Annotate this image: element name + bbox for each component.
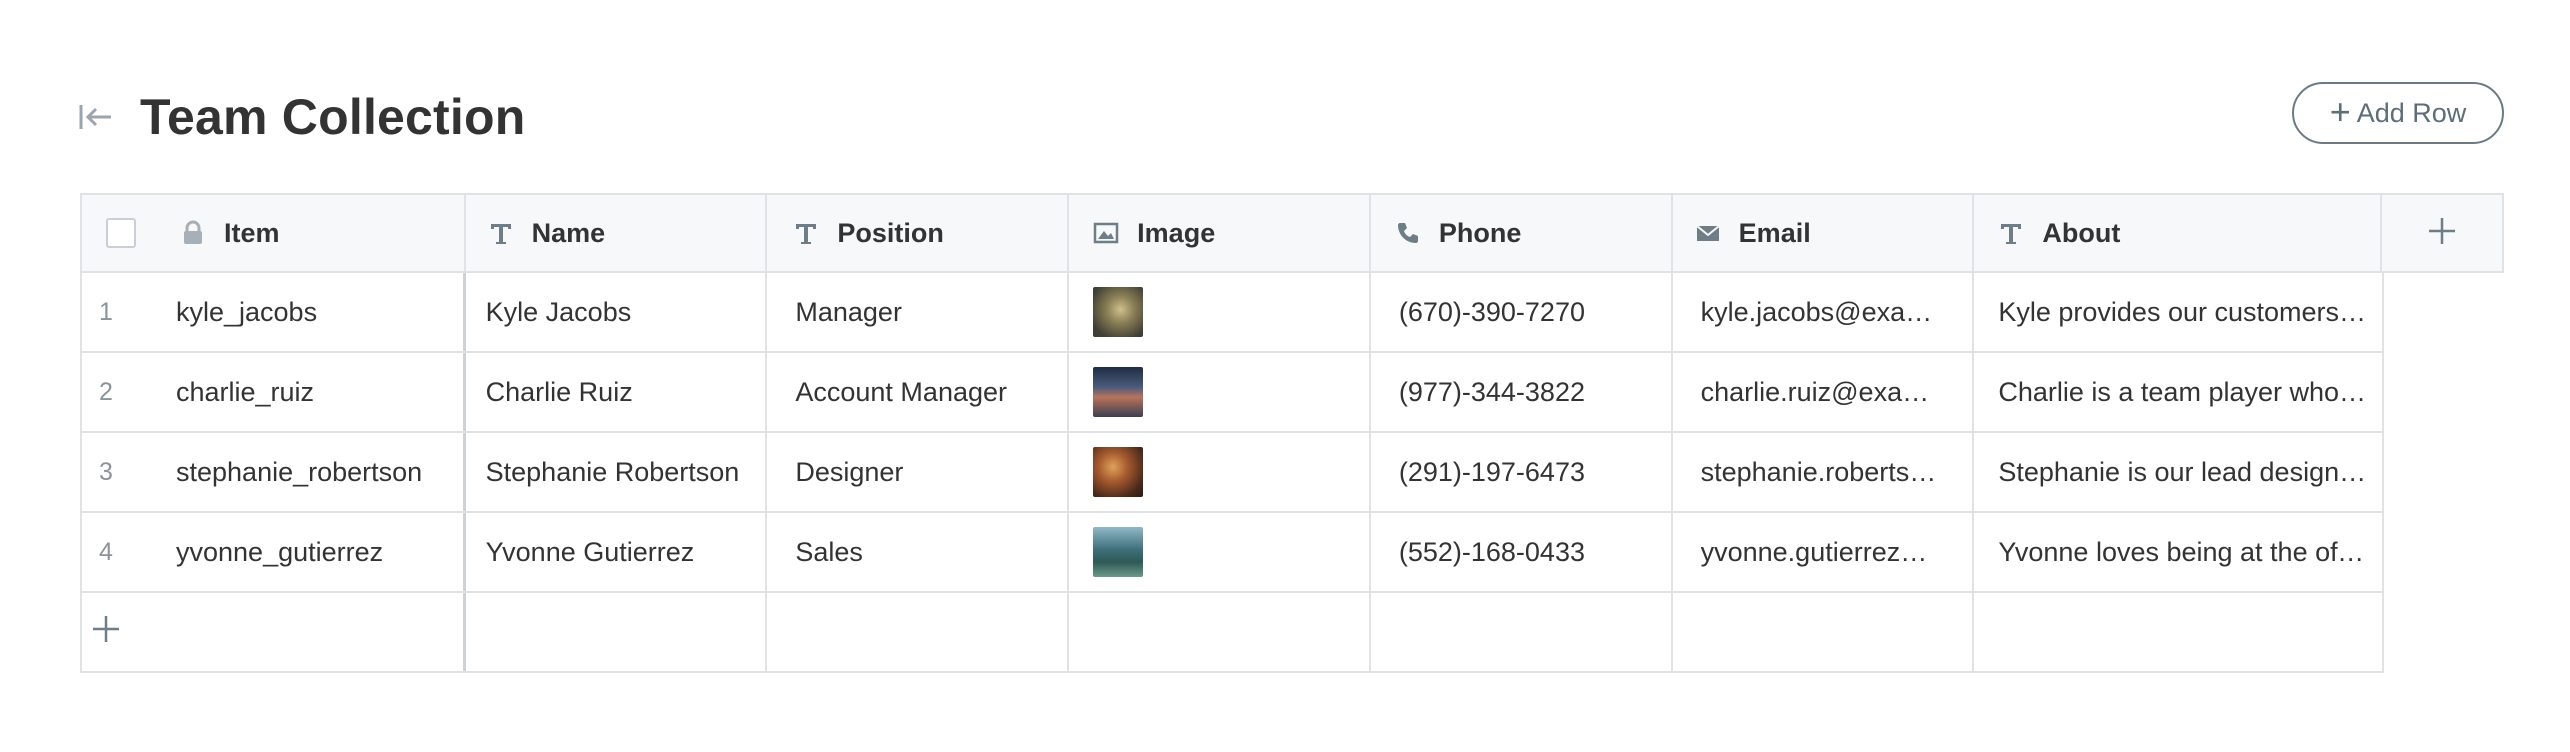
about-cell[interactable]: Yvonne loves being at the off…	[1974, 513, 2382, 591]
about-cell[interactable]: Stephanie is our lead design…	[1974, 433, 2382, 511]
column-header-image[interactable]: Image	[1069, 195, 1371, 271]
name-cell[interactable]: Charlie Ruiz	[466, 353, 768, 431]
row-index: 1	[99, 297, 113, 326]
column-label: Phone	[1438, 217, 1522, 248]
about-cell[interactable]: Charlie is a team player who'…	[1974, 353, 2382, 431]
position-cell[interactable]: Sales	[767, 513, 1070, 591]
item-value[interactable]: charlie_ruiz	[176, 377, 314, 408]
lock-icon	[180, 220, 206, 246]
item-cell: 3 stephanie_robertson	[82, 433, 466, 511]
image-cell[interactable]	[1069, 513, 1371, 591]
text-type-icon	[793, 220, 819, 246]
item-cell: 2 charlie_ruiz	[82, 353, 466, 431]
position-cell[interactable]: Designer	[767, 433, 1070, 511]
column-label: Image	[1137, 217, 1216, 248]
position-cell[interactable]: Manager	[767, 273, 1070, 351]
table-row[interactable]: 1 kyle_jacobs Kyle Jacobs Manager (670)-…	[80, 273, 2384, 353]
add-row-plus-icon[interactable]	[82, 614, 130, 651]
column-header-name[interactable]: Name	[466, 195, 768, 271]
empty-cell	[1974, 593, 2382, 671]
name-cell[interactable]: Yvonne Gutierrez	[466, 513, 768, 591]
column-label: Email	[1738, 217, 1811, 248]
column-label: Position	[837, 217, 944, 248]
empty-cell	[1371, 593, 1673, 671]
position-cell[interactable]: Account Manager	[767, 353, 1070, 431]
name-cell[interactable]: Stephanie Robertson	[466, 433, 768, 511]
plus-icon: +	[2329, 90, 2351, 132]
collapse-sidebar-icon[interactable]	[78, 99, 114, 135]
image-cell[interactable]	[1069, 273, 1371, 351]
text-type-icon	[1998, 220, 2024, 246]
item-cell: 4 yvonne_gutierrez	[82, 513, 466, 591]
column-header-position[interactable]: Position	[767, 195, 1070, 271]
image-thumbnail[interactable]	[1093, 287, 1144, 337]
row-index: 4	[99, 537, 113, 566]
text-type-icon	[488, 220, 514, 246]
phone-icon	[1395, 220, 1421, 246]
email-value: kyle.jacobs@exam…	[1700, 296, 1951, 327]
column-header-about[interactable]: About	[1974, 195, 2383, 271]
table-row[interactable]: 3 stephanie_robertson Stephanie Robertso…	[80, 433, 2384, 513]
column-label: Name	[531, 217, 606, 248]
phone-cell[interactable]: (552)-168-0433	[1371, 513, 1673, 591]
email-value: charlie.ruiz@exam…	[1700, 376, 1951, 407]
image-thumbnail[interactable]	[1093, 527, 1144, 577]
image-thumbnail[interactable]	[1093, 367, 1144, 417]
table-row[interactable]: 4 yvonne_gutierrez Yvonne Gutierrez Sale…	[80, 513, 2384, 593]
column-label: About	[2042, 217, 2121, 248]
new-row	[80, 593, 2384, 673]
column-header-phone[interactable]: Phone	[1371, 195, 1673, 271]
row-index: 3	[99, 457, 113, 486]
item-value[interactable]: kyle_jacobs	[176, 297, 317, 328]
email-cell[interactable]: yvonne.gutierrez@…	[1673, 513, 1975, 591]
email-cell[interactable]: charlie.ruiz@exam…	[1673, 353, 1975, 431]
phone-cell[interactable]: (977)-344-3822	[1371, 353, 1673, 431]
empty-cell	[466, 593, 768, 671]
empty-cell	[767, 593, 1070, 671]
about-value: Stephanie is our lead design…	[1998, 456, 2367, 487]
mail-icon	[1695, 220, 1721, 246]
add-column-button[interactable]	[2382, 195, 2502, 271]
phone-cell[interactable]: (291)-197-6473	[1371, 433, 1673, 511]
page-title: Team Collection	[140, 89, 526, 145]
column-header-item[interactable]: Item	[82, 195, 466, 271]
about-value: Kyle provides our customers …	[1998, 296, 2369, 327]
new-row-cell	[82, 593, 466, 671]
item-value[interactable]: stephanie_robertson	[176, 457, 422, 488]
add-row-button[interactable]: + Add Row	[2292, 82, 2504, 144]
about-value: Charlie is a team player who'…	[1998, 376, 2369, 407]
about-cell[interactable]: Kyle provides our customers …	[1974, 273, 2382, 351]
add-row-label: Add Row	[2356, 97, 2467, 128]
name-cell[interactable]: Kyle Jacobs	[466, 273, 768, 351]
item-value[interactable]: yvonne_gutierrez	[176, 537, 383, 568]
image-icon	[1093, 220, 1119, 246]
email-cell[interactable]: stephanie.robertso…	[1673, 433, 1975, 511]
plus-icon	[2427, 216, 2457, 251]
email-value: yvonne.gutierrez@…	[1700, 536, 1951, 567]
column-label: Item	[224, 217, 280, 248]
phone-cell[interactable]: (670)-390-7270	[1371, 273, 1673, 351]
table-header: Item Name Position Image Phone Email Abo…	[80, 193, 2504, 273]
image-cell[interactable]	[1069, 353, 1371, 431]
email-value: stephanie.robertso…	[1700, 456, 1951, 487]
image-thumbnail[interactable]	[1093, 447, 1144, 497]
page-header: Team Collection + Add Row	[78, 82, 2504, 152]
item-cell: 1 kyle_jacobs	[82, 273, 466, 351]
empty-cell	[1069, 593, 1371, 671]
email-cell[interactable]: kyle.jacobs@exam…	[1673, 273, 1975, 351]
about-value: Yvonne loves being at the off…	[1998, 536, 2369, 567]
row-index: 2	[99, 377, 113, 406]
select-all-checkbox[interactable]	[106, 218, 136, 248]
table-body: 1 kyle_jacobs Kyle Jacobs Manager (670)-…	[80, 273, 2384, 673]
column-header-email[interactable]: Email	[1673, 195, 1975, 271]
image-cell[interactable]	[1069, 433, 1371, 511]
empty-cell	[1673, 593, 1975, 671]
table-row[interactable]: 2 charlie_ruiz Charlie Ruiz Account Mana…	[80, 353, 2384, 433]
